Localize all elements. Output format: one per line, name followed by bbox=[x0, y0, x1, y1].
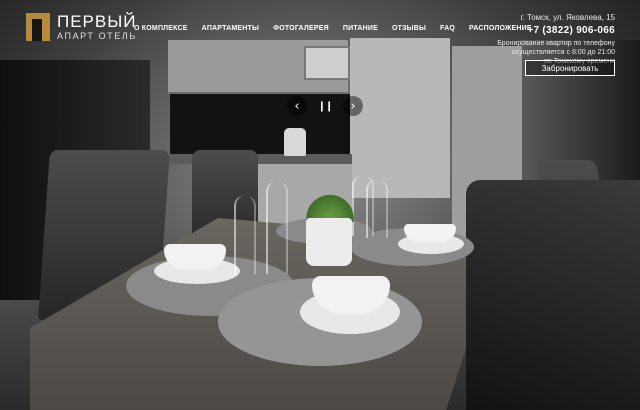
plant-pot bbox=[306, 218, 352, 266]
nav-item-apartments[interactable]: АПАРТАМЕНТЫ bbox=[202, 25, 259, 32]
chevron-right-icon[interactable]: › bbox=[343, 96, 363, 116]
nav-item-reviews[interactable]: ОТЗЫВЫ bbox=[392, 25, 426, 32]
logo-text: ПЕРВЫЙ АПАРТ ОТЕЛЬ bbox=[57, 13, 137, 41]
wine-glass bbox=[266, 182, 288, 274]
pause-icon[interactable]: ❙❙ bbox=[315, 96, 335, 116]
hotel-logo-icon bbox=[26, 13, 50, 41]
booking-note-line: осуществляется с 8:00 до 21:00 bbox=[511, 49, 615, 56]
kettle bbox=[284, 128, 306, 156]
nav-item-about[interactable]: О КОМПЛЕКСЕ bbox=[134, 25, 188, 32]
main-nav: О КОМПЛЕКСЕ АПАРТАМЕНТЫ ФОТОГАЛЕРЕЯ ПИТА… bbox=[134, 25, 532, 32]
nav-item-gallery[interactable]: ФОТОГАЛЕРЕЯ bbox=[273, 25, 329, 32]
contact-block: г. Томск, ул. Яковлева, 15 +7 (3822) 906… bbox=[497, 13, 615, 66]
wine-glass bbox=[366, 180, 388, 238]
plant bbox=[306, 188, 354, 222]
logo[interactable]: ПЕРВЫЙ АПАРТ ОТЕЛЬ bbox=[26, 13, 137, 41]
address: г. Томск, ул. Яковлева, 15 bbox=[520, 13, 615, 22]
logo-subtitle: АПАРТ ОТЕЛЬ bbox=[57, 31, 137, 41]
bowl bbox=[404, 224, 456, 242]
wine-glass bbox=[234, 196, 256, 274]
site-header: ПЕРВЫЙ АПАРТ ОТЕЛЬ О КОМПЛЕКСЕ АПАРТАМЕН… bbox=[0, 0, 640, 82]
booking-note-line: Бронирование квартир по телефону bbox=[497, 40, 615, 47]
logo-title: ПЕРВЫЙ bbox=[57, 12, 137, 31]
phone-link[interactable]: +7 (3822) 906-066 bbox=[497, 25, 615, 36]
bowl bbox=[164, 244, 226, 270]
chevron-left-icon[interactable]: ‹ bbox=[287, 96, 307, 116]
book-button[interactable]: Забронировать bbox=[525, 60, 615, 76]
nav-item-food[interactable]: ПИТАНИЕ bbox=[343, 25, 378, 32]
chair bbox=[466, 180, 640, 410]
slider-controls: ‹ ❙❙ › bbox=[287, 96, 363, 116]
nav-item-faq[interactable]: FAQ bbox=[440, 25, 455, 32]
